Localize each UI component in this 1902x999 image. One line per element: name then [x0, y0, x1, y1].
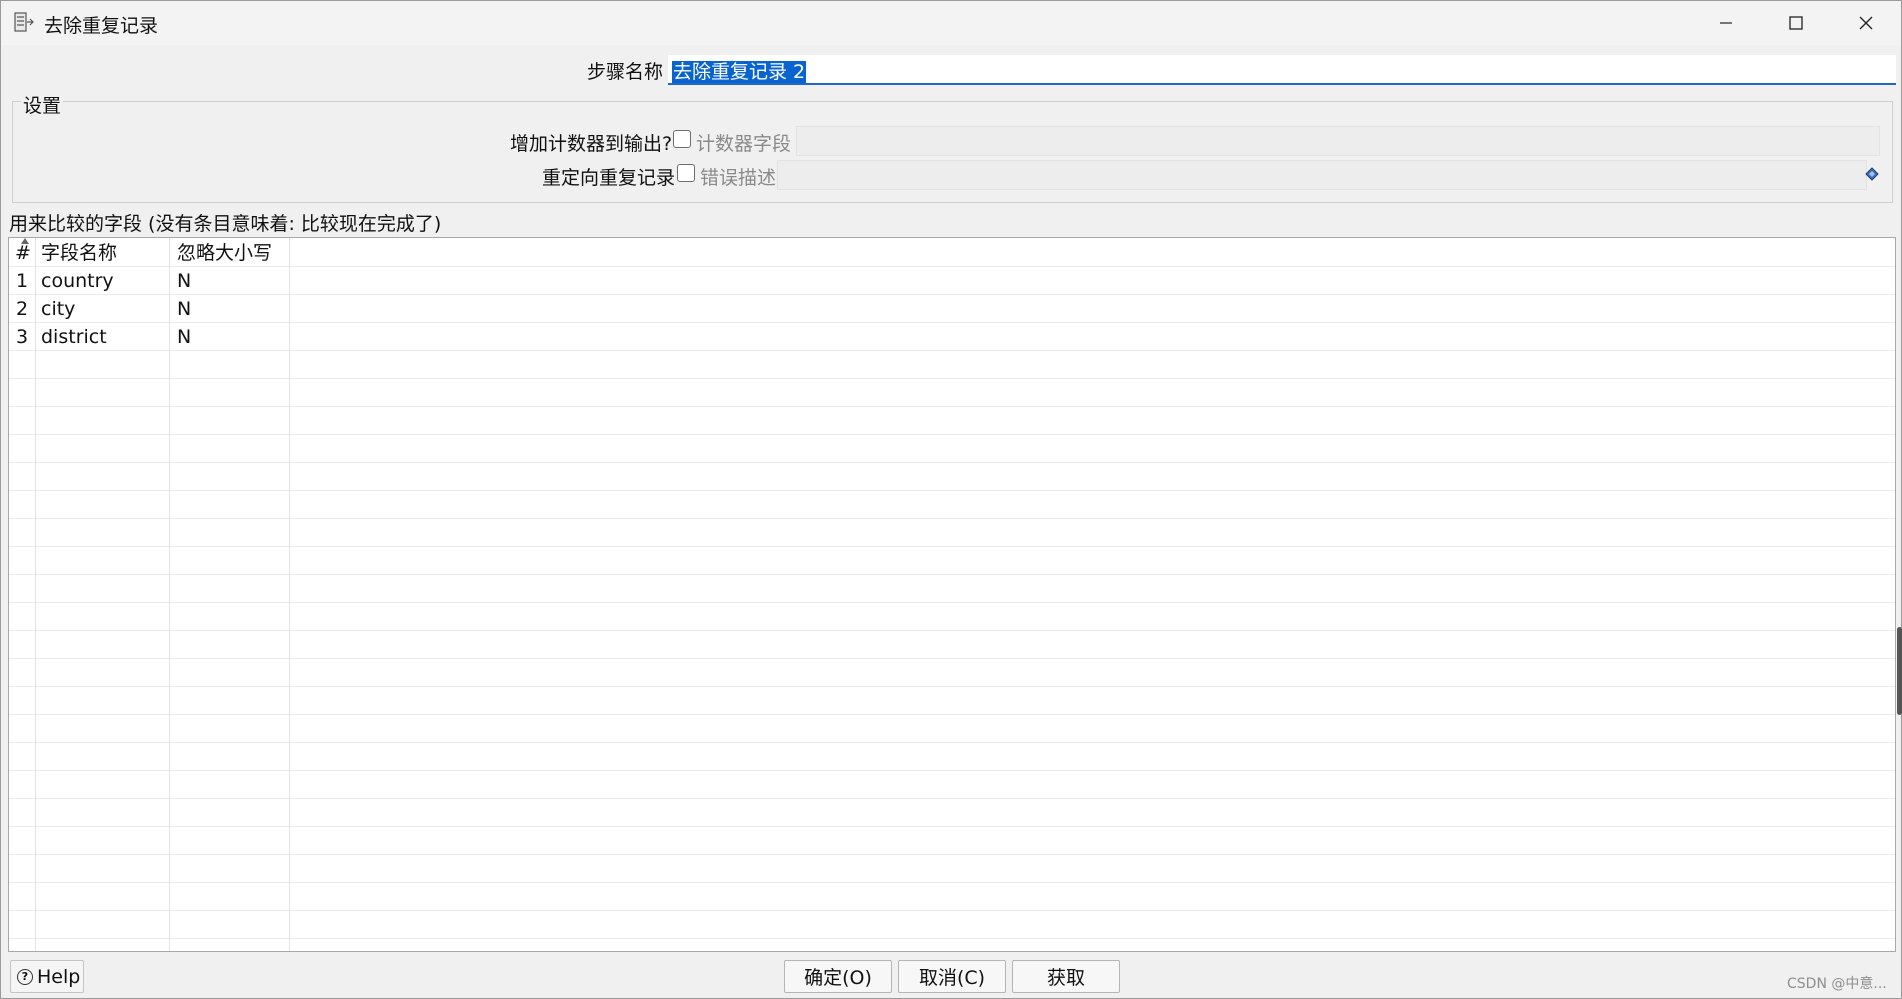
counter-field-input[interactable] [796, 126, 1880, 156]
add-counter-checkbox[interactable] [673, 130, 691, 148]
close-icon [1859, 16, 1873, 30]
error-description-label: 错误描述 [700, 167, 777, 189]
get-fields-button[interactable]: 获取 [1012, 960, 1120, 993]
ignore-case-cell[interactable]: N [177, 323, 191, 351]
table-grid-lines [9, 238, 1895, 951]
variable-diamond-icon[interactable] [1865, 167, 1879, 181]
add-counter-label: 增加计数器到输出? [510, 133, 673, 155]
scrollbar-thumb[interactable] [1897, 627, 1902, 715]
minimize-button[interactable] [1691, 1, 1761, 45]
ignore-case-cell[interactable]: N [177, 295, 191, 323]
column-header-ignore-case[interactable]: 忽略大小写 [177, 239, 272, 267]
field-name-cell[interactable]: district [41, 323, 107, 351]
cancel-button[interactable]: 取消(C) [898, 960, 1006, 993]
row-number: 2 [16, 298, 29, 320]
maximize-button[interactable] [1761, 1, 1831, 45]
step-name-label: 步骤名称 [587, 61, 664, 83]
error-description-input[interactable] [777, 160, 1867, 190]
ok-button[interactable]: 确定(O) [784, 960, 892, 993]
field-name-cell[interactable]: city [41, 295, 75, 323]
help-button[interactable]: ? Help [10, 960, 84, 993]
dialog-window: 去除重复记录 步骤名称 去除重复记录 2 设置 增加计数器到输出? 计数器字段 … [0, 0, 1902, 999]
redirect-duplicates-checkbox[interactable] [677, 164, 695, 182]
step-name-input[interactable]: 去除重复记录 2 [668, 55, 1896, 85]
fields-caption: 用来比较的字段 (没有条目意味着: 比较现在完成了) [9, 213, 442, 235]
maximize-icon [1789, 16, 1803, 30]
window-title: 去除重复记录 [44, 15, 159, 37]
step-name-value: 去除重复记录 2 [672, 61, 807, 83]
help-label: Help [37, 965, 81, 988]
redirect-duplicates-label: 重定向重复记录 [542, 167, 676, 189]
column-header-fieldname[interactable]: 字段名称 [41, 239, 117, 267]
column-header-num[interactable]: # [15, 239, 31, 267]
close-button[interactable] [1831, 1, 1901, 45]
field-name-cell[interactable]: country [41, 267, 114, 295]
watermark-text: CSDN @中意... [1787, 976, 1887, 992]
help-icon: ? [17, 968, 33, 985]
row-number: 3 [16, 326, 29, 348]
row-number: 1 [16, 270, 29, 292]
step-icon [14, 12, 34, 32]
fields-table[interactable]: # 字段名称 忽略大小写 1 country N 2 city N 3 dist… [8, 237, 1896, 952]
settings-legend: 设置 [21, 91, 64, 118]
title-bar: 去除重复记录 [1, 1, 1901, 45]
counter-field-label: 计数器字段 [696, 133, 792, 155]
minimize-icon [1720, 22, 1732, 24]
ignore-case-cell[interactable]: N [177, 267, 191, 295]
